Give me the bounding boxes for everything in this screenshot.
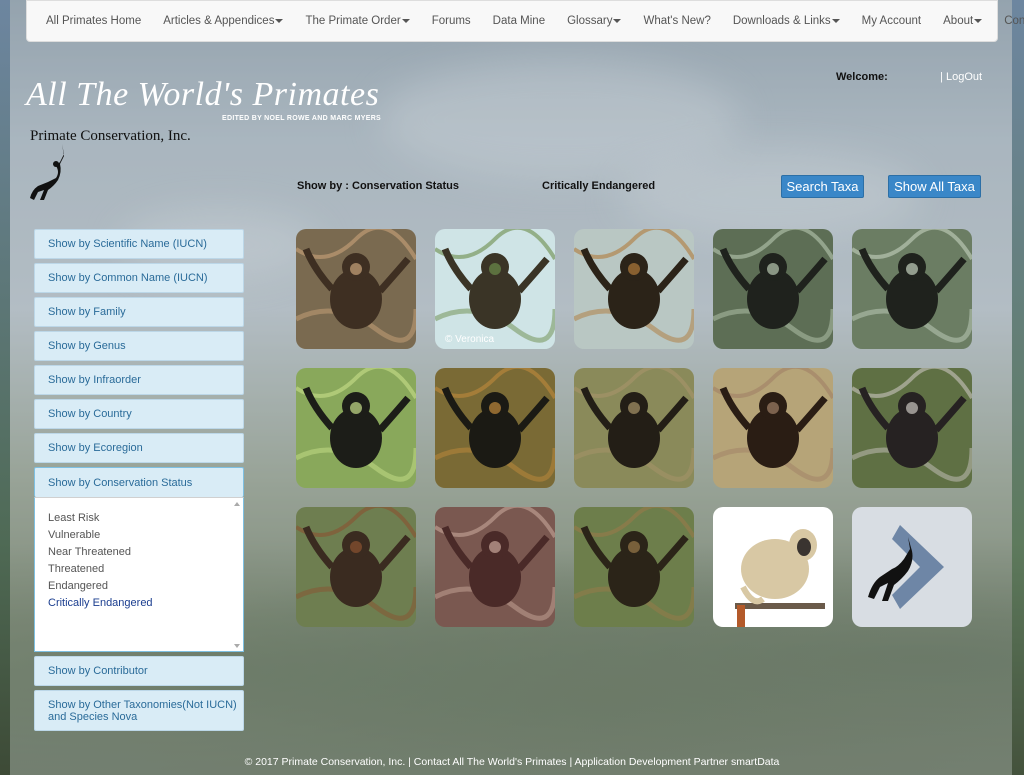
spider-monkey-photo — [296, 507, 416, 627]
site-subtitle: EDITED BY NOEL ROWE AND MARC MYERS — [222, 115, 382, 122]
sidebar-item-contributor[interactable]: Show by Contributor — [34, 656, 244, 686]
status-list-scrollbar[interactable] — [233, 500, 241, 650]
sidebar-item-common-name[interactable]: Show by Common Name (IUCN) — [34, 263, 244, 293]
status-critically-endangered[interactable]: Critically Endangered — [48, 597, 243, 614]
monkey-silhouette-icon — [30, 144, 64, 200]
species-thumbnail[interactable] — [713, 229, 833, 349]
nav-item-label: The Primate Order — [305, 15, 401, 27]
species-thumbnail[interactable] — [435, 507, 555, 627]
species-thumbnail[interactable] — [852, 229, 972, 349]
spider-monkey-photo — [435, 368, 555, 488]
search-taxa-button[interactable]: Search Taxa — [781, 175, 864, 198]
species-thumbnail[interactable] — [713, 507, 833, 627]
nav-item-label: All Primates Home — [46, 15, 142, 27]
species-thumbnail[interactable] — [574, 507, 694, 627]
spider-monkey-photo — [435, 507, 555, 627]
logout-link[interactable]: LogOut — [946, 71, 982, 83]
photo-caption: © Veronica — [445, 334, 495, 345]
nav-item-10[interactable]: Contact Us — [993, 15, 1024, 27]
next-page-arrow-icon — [852, 507, 972, 627]
species-thumbnail[interactable] — [713, 368, 833, 488]
chevron-down-icon — [613, 19, 622, 23]
sidebar-item-other-taxonomies[interactable]: Show by Other Taxonomies(Not IUCN) and S… — [34, 690, 244, 731]
spider-monkey-photo — [852, 229, 972, 349]
spider-monkey-photo — [296, 368, 416, 488]
nav-item-label: Glossary — [567, 15, 613, 27]
chevron-down-icon — [401, 19, 410, 23]
nav-item-6[interactable]: What's New? — [632, 15, 721, 27]
nav-item-4[interactable]: Data Mine — [482, 15, 556, 27]
nav-item-3[interactable]: Forums — [421, 15, 482, 27]
species-thumbnail[interactable] — [574, 368, 694, 488]
chevron-down-icon — [831, 19, 840, 23]
sidebar-item-family[interactable]: Show by Family — [34, 297, 244, 327]
show-all-taxa-button[interactable]: Show All Taxa — [888, 175, 981, 198]
sidebar-item-ecoregion[interactable]: Show by Ecoregion — [34, 433, 244, 463]
footer-text: © 2017 Primate Conservation, Inc. | Cont… — [244, 756, 780, 768]
species-thumbnail[interactable] — [296, 229, 416, 349]
logout-separator: | — [940, 71, 943, 83]
status-threatened[interactable]: Threatened — [48, 563, 243, 580]
nav-item-label: Articles & Appendices — [163, 15, 275, 27]
nav-item-9[interactable]: About — [932, 15, 993, 27]
howler-monkey-photo — [296, 229, 416, 349]
species-thumbnail[interactable] — [852, 507, 972, 627]
spider-monkey-photo — [713, 229, 833, 349]
site-title: All The World's Primates — [26, 76, 380, 113]
sidebar-item-country[interactable]: Show by Country — [34, 399, 244, 429]
nav-item-5[interactable]: Glossary — [556, 15, 632, 27]
species-thumbnail[interactable] — [435, 368, 555, 488]
sidebar-item-infraorder[interactable]: Show by Infraorder — [34, 365, 244, 395]
sidebar-item-scientific-name[interactable]: Show by Scientific Name (IUCN) — [34, 229, 244, 259]
species-thumbnail[interactable] — [574, 229, 694, 349]
showby-value: Critically Endangered — [542, 180, 656, 192]
background-edge-left — [0, 0, 10, 775]
spider-monkey-photo — [852, 368, 972, 488]
spider-monkey-photo — [713, 368, 833, 488]
chevron-down-icon — [974, 19, 983, 23]
nav-item-label: Data Mine — [492, 15, 546, 27]
nav-item-8[interactable]: My Account — [851, 15, 932, 27]
background-edge-right — [1012, 0, 1024, 775]
scroll-up-icon[interactable] — [234, 502, 240, 506]
sidebar: Show by Scientific Name (IUCN) Show by C… — [34, 229, 244, 735]
nav-item-7[interactable]: Downloads & Links — [722, 15, 851, 27]
nav-item-2[interactable]: The Primate Order — [294, 15, 420, 27]
sidebar-item-conservation-status[interactable]: Show by Conservation Status — [34, 467, 244, 497]
scroll-down-icon[interactable] — [234, 644, 240, 648]
chevron-down-icon — [275, 19, 284, 23]
status-least-risk[interactable]: Least Risk — [48, 512, 243, 529]
spider-monkey-photo — [574, 507, 694, 627]
nav-item-label: About — [943, 15, 974, 27]
nav-item-0[interactable]: All Primates Home — [35, 15, 152, 27]
titi-monkey-illustration — [713, 507, 833, 627]
species-thumbnail[interactable] — [296, 368, 416, 488]
nav-item-label: Forums — [431, 15, 471, 27]
sidebar-item-genus[interactable]: Show by Genus — [34, 331, 244, 361]
showby-label: Show by : Conservation Status — [297, 180, 459, 192]
nav-item-1[interactable]: Articles & Appendices — [152, 15, 294, 27]
top-navbar: All Primates Home Articles & Appendices Th… — [26, 0, 1024, 42]
nav-item-label: What's New? — [643, 15, 711, 27]
spider-monkey-photo — [435, 229, 555, 349]
species-thumbnail[interactable] — [852, 368, 972, 488]
nav-item-label: Downloads & Links — [732, 15, 831, 27]
species-thumbnail[interactable] — [296, 507, 416, 627]
status-endangered[interactable]: Endangered — [48, 580, 243, 597]
nav-item-label: My Account — [861, 15, 922, 27]
welcome-label: Welcome: — [836, 71, 888, 83]
nav-item-label: Contact Us — [1004, 15, 1024, 27]
status-near-threatened[interactable]: Near Threatened — [48, 546, 243, 563]
spider-monkey-photo — [574, 229, 694, 349]
conservation-status-list: Least Risk Vulnerable Near Threatened Th… — [34, 497, 244, 652]
species-thumbnail[interactable]: © Veronica — [435, 229, 555, 349]
spider-monkey-photo — [574, 368, 694, 488]
status-vulnerable[interactable]: Vulnerable — [48, 529, 243, 546]
